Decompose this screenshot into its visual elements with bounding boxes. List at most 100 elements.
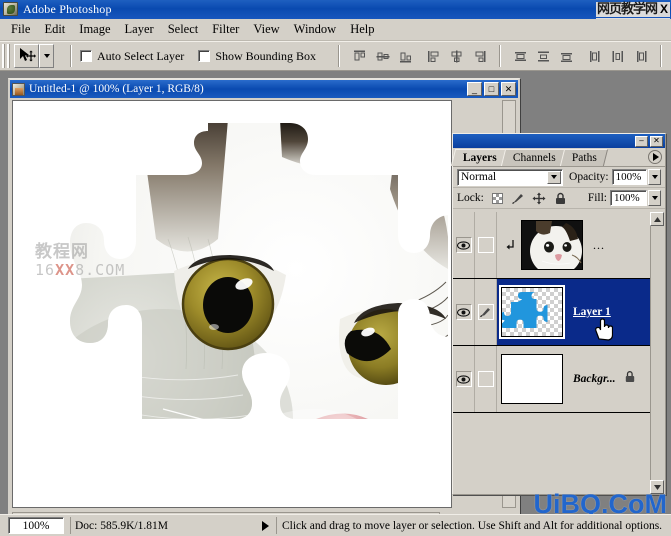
show-bounding-box-checkbox[interactable]: Show Bounding Box <box>198 49 316 64</box>
palette-menu-button[interactable] <box>648 150 662 164</box>
distribute-bottom-edges-icon[interactable] <box>556 46 577 66</box>
menu-item-view[interactable]: View <box>246 20 286 39</box>
app-title: Adobe Photoshop <box>23 2 112 16</box>
menu-item-select[interactable]: Select <box>161 20 206 39</box>
eye-icon[interactable] <box>455 304 472 320</box>
tab-paths-label: Paths <box>571 152 597 164</box>
tab-channels[interactable]: Channels <box>500 149 567 166</box>
layer-body[interactable]: Layer 1 <box>497 279 665 345</box>
document-size-info: Doc: 585.9K/1.81M <box>70 517 260 534</box>
opacity-stepper[interactable] <box>648 169 661 185</box>
blend-mode-select[interactable]: Normal <box>457 168 564 186</box>
layer-visibility-cell <box>453 346 475 412</box>
align-right-edges-icon[interactable] <box>469 46 490 66</box>
eye-icon[interactable] <box>455 371 472 387</box>
options-separator-4 <box>660 45 662 67</box>
menu-item-image[interactable]: Image <box>72 20 117 39</box>
opacity-input[interactable]: 100% <box>611 169 648 185</box>
scroll-up-button[interactable] <box>650 212 664 226</box>
lock-position-icon[interactable] <box>532 191 547 206</box>
options-separator-2 <box>338 45 340 67</box>
layer-body[interactable]: ... <box>497 212 665 278</box>
layer-thumbnail-cat-photo[interactable] <box>521 220 583 270</box>
layer-name-layer-1: Layer 1 <box>573 306 611 318</box>
table-row[interactable]: Backgr... <box>453 346 665 413</box>
document-close-button[interactable]: ✕ <box>501 82 516 96</box>
chevron-down-icon <box>547 170 562 184</box>
layer-link-icon[interactable] <box>477 371 494 387</box>
layer-link-cell <box>475 346 497 412</box>
cat-photo-clipped <box>68 119 448 494</box>
layer-body[interactable]: Backgr... <box>497 346 665 412</box>
chevron-down-icon <box>651 196 658 200</box>
menu-item-window[interactable]: Window <box>287 20 344 39</box>
lock-transparent-pixels-icon[interactable] <box>490 191 505 206</box>
auto-select-layer-checkbox[interactable]: Auto Select Layer <box>80 49 184 64</box>
distribute-top-edges-icon[interactable] <box>510 46 531 66</box>
fill-input[interactable]: 100% <box>610 190 647 206</box>
move-tool-icon[interactable] <box>14 44 39 68</box>
distribute-right-edges-icon[interactable] <box>630 46 651 66</box>
image-canvas[interactable]: 教程网 16XX8.COM <box>12 100 452 508</box>
tool-preset-dropdown[interactable] <box>39 44 54 68</box>
lock-label: Lock: <box>457 192 484 204</box>
lock-image-pixels-icon[interactable] <box>511 191 526 206</box>
tab-paths[interactable]: Paths <box>559 149 608 166</box>
menu-item-help[interactable]: Help <box>343 20 381 39</box>
layer-link-cell <box>475 212 497 278</box>
distribute-vertical-centers-icon[interactable] <box>533 46 554 66</box>
align-bottom-edges-icon[interactable] <box>395 46 416 66</box>
canvas-area: 教程网 16XX8.COM <box>10 98 518 528</box>
paintbrush-icon[interactable] <box>477 304 494 320</box>
options-bar-grip[interactable] <box>2 44 11 68</box>
wm-dom-pre: 16 <box>35 261 56 279</box>
align-left-edges-icon[interactable] <box>423 46 444 66</box>
document-title-bar[interactable]: Untitled-1 @ 100% (Layer 1, RGB/8) _ □ ✕ <box>10 80 518 98</box>
menu-item-layer[interactable]: Layer <box>118 20 161 39</box>
menu-item-edit[interactable]: Edit <box>37 20 72 39</box>
lock-row: Lock: Fill: 100% <box>453 188 665 209</box>
layer-list: ... Layer 1 Backgr... <box>453 212 665 494</box>
layer-link-icon[interactable] <box>477 237 494 253</box>
document-maximize-button[interactable]: □ <box>484 82 499 96</box>
photoshop-window: Adobe Photoshop 网页教学网 X www.webjx.com Fi… <box>0 0 671 536</box>
puzzle-piece-artwork <box>68 119 448 494</box>
distribute-left-edges-icon[interactable] <box>584 46 605 66</box>
palette-title-bar[interactable]: – ✕ <box>453 134 665 148</box>
play-triangle-icon <box>653 153 659 161</box>
palette-scrollbar[interactable] <box>650 212 665 494</box>
document-window-buttons: _ □ ✕ <box>467 82 518 96</box>
document-minimize-button[interactable]: _ <box>467 82 482 96</box>
layer-visibility-cell <box>453 212 475 278</box>
layer-thumbnail-puzzle-piece[interactable] <box>499 285 565 339</box>
layer-link-cell <box>475 279 497 345</box>
auto-select-layer-label: Auto Select Layer <box>97 48 185 63</box>
menu-item-file[interactable]: File <box>4 20 37 39</box>
palette-close-button[interactable]: ✕ <box>650 135 663 147</box>
fill-stepper[interactable] <box>648 190 661 206</box>
puzzle-piece-thumbnail <box>502 292 548 328</box>
align-horizontal-centers-icon[interactable] <box>446 46 467 66</box>
align-top-edges-icon[interactable] <box>349 46 370 66</box>
mouse-cursor-hand-icon <box>595 318 613 341</box>
palette-minimize-button[interactable]: – <box>635 135 648 147</box>
zoom-level-input[interactable]: 100% <box>8 517 64 534</box>
align-vertical-centers-icon[interactable] <box>372 46 393 66</box>
options-separator-3 <box>499 45 501 67</box>
scroll-down-button[interactable] <box>650 480 664 494</box>
distribute-horizontal-centers-icon[interactable] <box>607 46 628 66</box>
layer-name: ... <box>593 237 605 252</box>
chevron-down-icon <box>43 54 50 58</box>
layer-thumbnail-background[interactable] <box>501 354 563 404</box>
table-row[interactable]: ... <box>453 212 665 279</box>
table-row[interactable]: Layer 1 <box>453 279 665 346</box>
menu-item-filter[interactable]: Filter <box>205 20 246 39</box>
status-bar: 100% Doc: 585.9K/1.81M Click and drag to… <box>0 514 671 536</box>
tab-layers[interactable]: Layers <box>450 149 508 166</box>
status-menu-triangle-icon[interactable] <box>262 520 269 531</box>
eye-icon[interactable] <box>455 237 472 253</box>
lock-all-icon[interactable] <box>553 191 568 206</box>
opacity-label: Opacity: <box>569 171 609 183</box>
blend-mode-row: Normal Opacity: 100% <box>453 167 665 188</box>
tab-layers-label: Layers <box>463 151 497 164</box>
